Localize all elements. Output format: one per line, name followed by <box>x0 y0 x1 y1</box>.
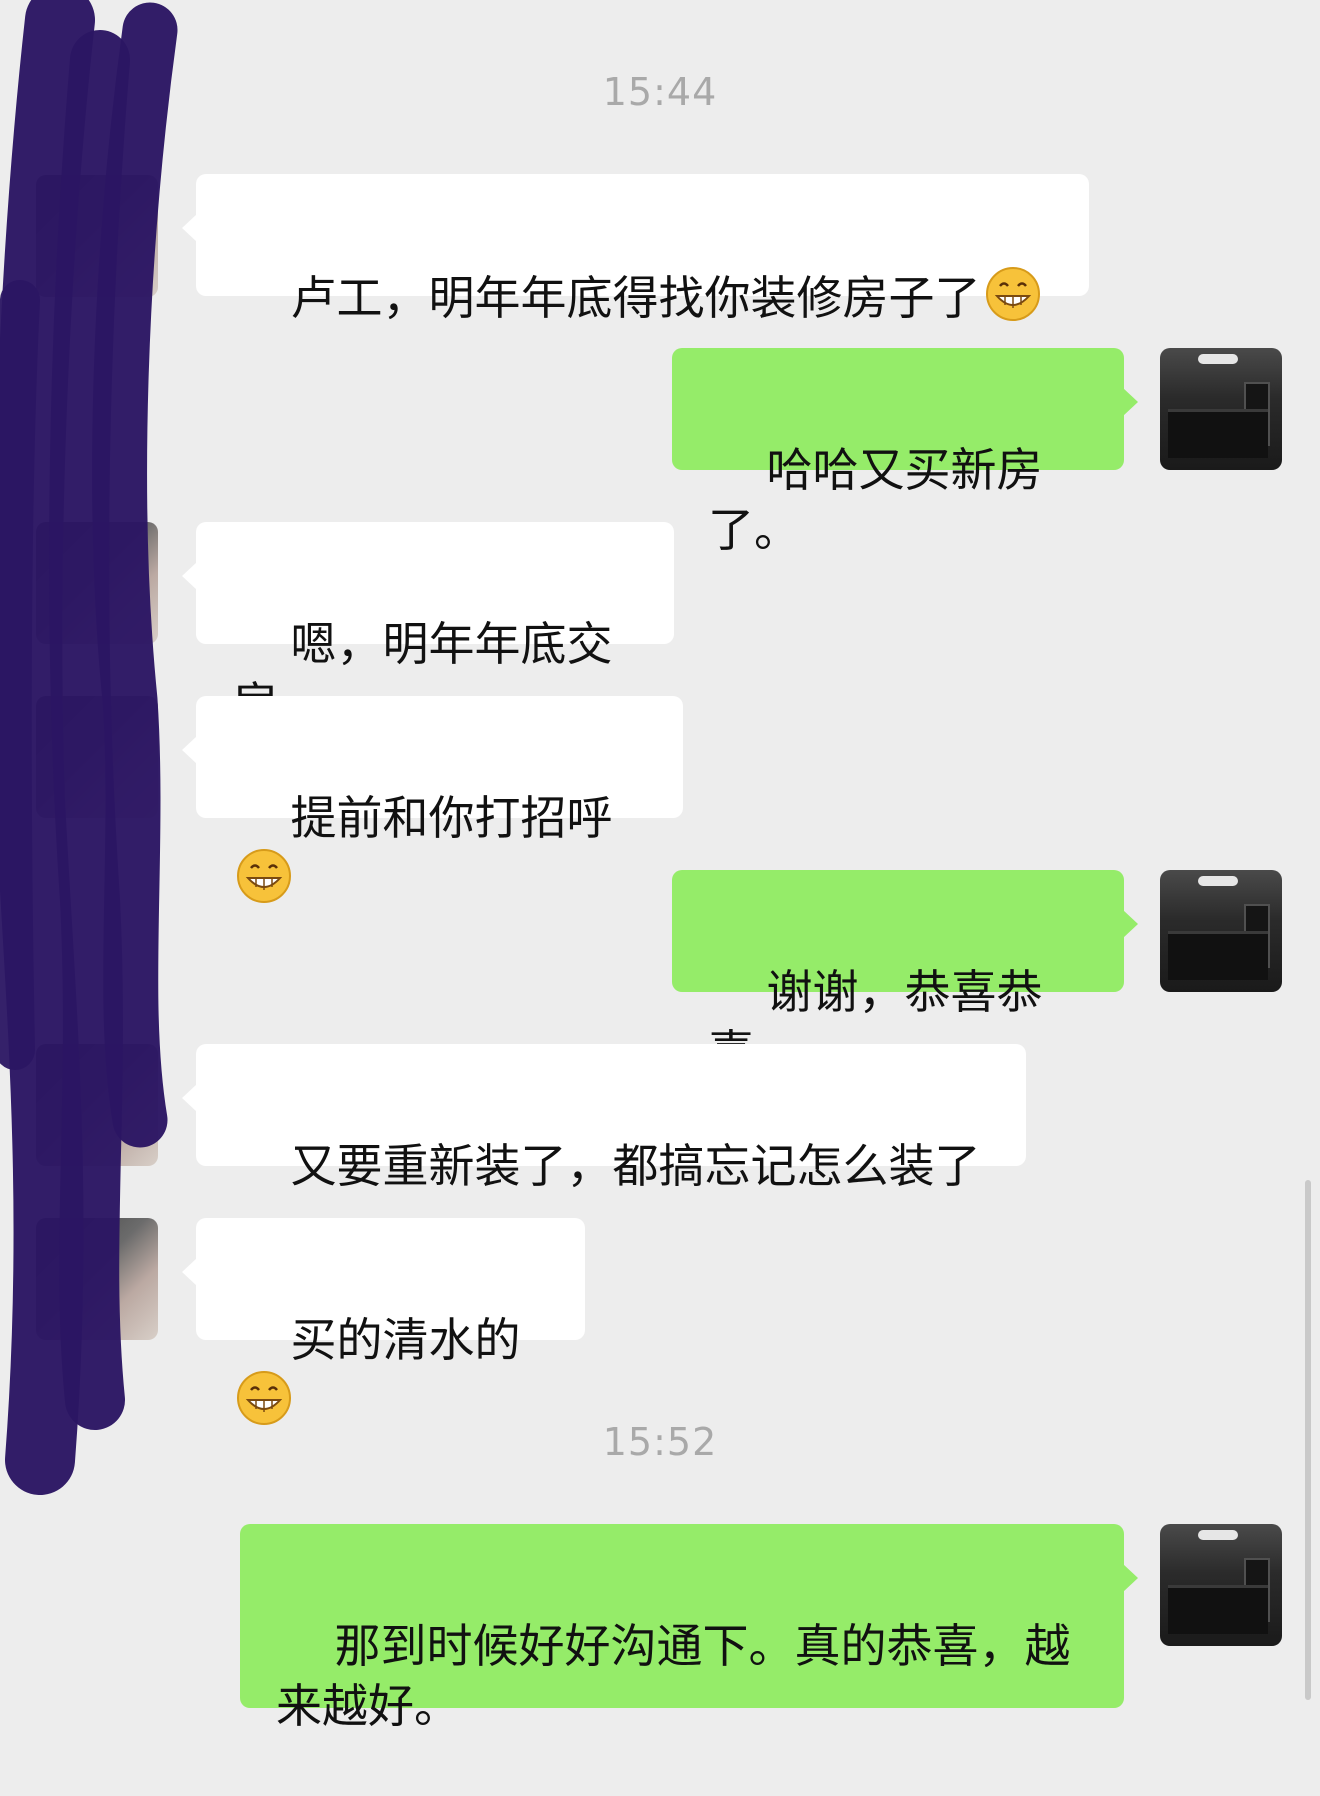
message-bubble[interactable]: 那到时候好好沟通下。真的恭喜，越 来越好。 <box>240 1524 1138 1733</box>
avatar[interactable] <box>36 1044 158 1166</box>
message-text: 卢工，明年年底得找你装修房子了 <box>290 271 981 325</box>
timestamp: 15:52 <box>602 1420 718 1464</box>
timestamp: 15:44 <box>602 70 718 114</box>
my-avatar[interactable] <box>1160 348 1282 470</box>
scrollbar[interactable] <box>1305 1180 1311 1700</box>
message-bubble[interactable]: 提前和你打招呼 <box>182 696 683 903</box>
chat-view: 15:44 卢工，明年年底得找你装修房子了 哈哈又买新房了。 嗯，明年年底交房 … <box>0 0 1320 1760</box>
message-bubble[interactable]: 卢工，明年年底得找你装修房子了 <box>182 174 1089 325</box>
lamp-shape <box>1198 354 1238 364</box>
avatar[interactable] <box>36 1218 158 1340</box>
message-text: 那到时候好好沟通下。真的恭喜，越 来越好。 <box>276 1619 1071 1733</box>
message-bubble[interactable]: 买的清水的 <box>182 1218 585 1425</box>
grin-emoji-icon <box>237 849 291 903</box>
kitchen-island-shape <box>1168 1585 1268 1634</box>
message-bubble[interactable]: 嗯，明年年底交房 <box>182 522 674 731</box>
grin-emoji-icon <box>237 1371 291 1425</box>
avatar[interactable] <box>36 175 158 297</box>
message-bubble[interactable]: 哈哈又买新房了。 <box>672 348 1138 557</box>
avatar[interactable] <box>36 522 158 644</box>
kitchen-island-shape <box>1168 931 1268 980</box>
my-avatar[interactable] <box>1160 1524 1282 1646</box>
message-bubble[interactable]: 谢谢，恭喜恭喜。 <box>672 870 1138 1079</box>
my-avatar[interactable] <box>1160 870 1282 992</box>
avatar[interactable] <box>36 696 158 818</box>
kitchen-island-shape <box>1168 409 1268 458</box>
message-text: 提前和你打招呼 <box>290 791 613 845</box>
message-bubble[interactable]: 又要重新装了，都搞忘记怎么装了 <box>182 1044 1026 1193</box>
lamp-shape <box>1198 1530 1238 1540</box>
grin-emoji-icon <box>985 267 1040 321</box>
lamp-shape <box>1198 876 1238 886</box>
message-text: 又要重新装了，都搞忘记怎么装了 <box>290 1139 981 1193</box>
message-text: 买的清水的 <box>290 1313 521 1367</box>
message-text: 哈哈又买新房了。 <box>708 443 1043 557</box>
